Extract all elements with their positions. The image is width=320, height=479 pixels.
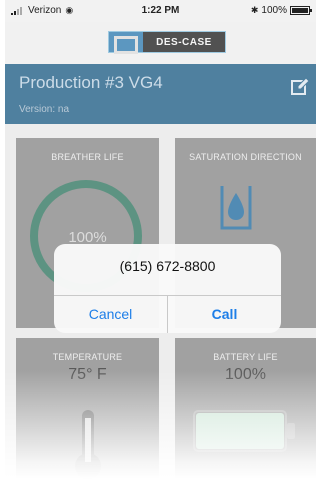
battery-icon bbox=[290, 6, 312, 15]
bluetooth-icon: ✱ bbox=[250, 5, 259, 15]
call-alert-dialog: (615) 672-8800 Cancel Call bbox=[54, 244, 281, 333]
call-button[interactable]: Call bbox=[168, 296, 281, 333]
cancel-button[interactable]: Cancel bbox=[54, 296, 167, 333]
battery-group: ✱ 100% bbox=[250, 5, 312, 16]
status-bar: Verizon ◉ 1:22 PM ✱ 100% bbox=[5, 0, 316, 22]
phone-number: (615) 672-8800 bbox=[119, 258, 216, 274]
app-screen: Verizon ◉ 1:22 PM ✱ 100% DES-CASE Produc… bbox=[5, 0, 316, 479]
bottom-fade bbox=[5, 370, 316, 479]
battery-percent: 100% bbox=[261, 5, 287, 16]
